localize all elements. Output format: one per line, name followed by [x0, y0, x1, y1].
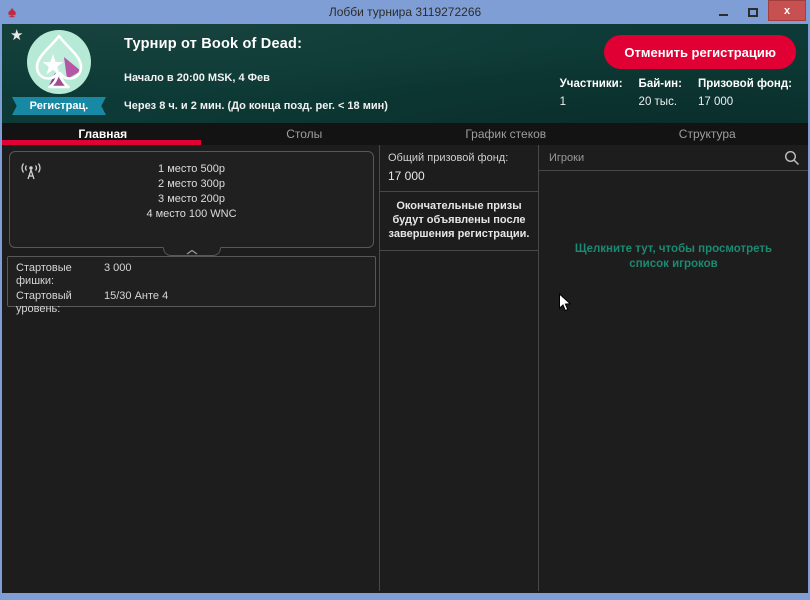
stat-prize-pool: Призовой фонд: 17 000: [698, 78, 792, 108]
tab-structure[interactable]: Структура: [607, 123, 809, 145]
maximize-icon: [748, 8, 758, 17]
cancel-registration-button[interactable]: Отменить регистрацию: [604, 35, 796, 69]
prize-column: Общий призовой фонд: 17 000 Окончательны…: [380, 145, 539, 591]
minimize-icon: [719, 14, 728, 16]
start-time-text: Начало в 20:00 MSK, 4 Фев: [124, 72, 270, 84]
detail-starting-chips: Стартовые фишки: 3 000: [16, 262, 367, 288]
tournament-lobby-window: ♠ Лобби турнира 3119272266 x ★ Регистрац…: [0, 0, 810, 600]
detail-starting-level: Стартовый уровень: 15/30 Анте 4: [16, 290, 367, 316]
show-players-link[interactable]: Щелкните тут, чтобы просмотреть список и…: [566, 242, 781, 272]
prizes-panel: 1 место 500р 2 место 300р 3 место 200р 4…: [9, 151, 374, 248]
prize-list: 1 место 500р 2 место 300р 3 место 200р 4…: [10, 162, 373, 222]
tournament-logo: [26, 29, 92, 95]
tournament-header: ★ Регистрац. Турнир от Book of Dead: Нач…: [2, 24, 808, 123]
collapse-handle[interactable]: [163, 247, 221, 256]
players-column: Щелкните тут, чтобы просмотреть список и…: [539, 145, 808, 591]
countdown-text: Через 8 ч. и 2 мин. (До конца позд. рег.…: [124, 100, 388, 112]
stat-participants: Участники: 1: [560, 78, 623, 108]
prize-line: 4 место 100 WNC: [10, 207, 373, 222]
main-column: 1 место 500р 2 место 300р 3 место 200р 4…: [2, 145, 380, 591]
tab-tables[interactable]: Столы: [204, 123, 406, 145]
prize-line: 3 место 200р: [10, 192, 373, 207]
lobby-content: 1 место 500р 2 место 300р 3 место 200р 4…: [2, 145, 808, 591]
maximize-button[interactable]: [738, 0, 768, 24]
player-search-bar: [539, 145, 808, 171]
stat-buyin: Бай-ин: 20 тыс.: [639, 78, 682, 108]
chevron-up-icon: [185, 249, 199, 255]
favorite-star-icon[interactable]: ★: [10, 26, 23, 44]
tab-stack-chart[interactable]: График стеков: [405, 123, 607, 145]
search-icon[interactable]: [784, 150, 800, 171]
close-button[interactable]: x: [768, 0, 806, 21]
status-badge: Регистрац.: [12, 97, 106, 115]
prize-line: 1 место 500р: [10, 162, 373, 177]
titlebar[interactable]: ♠ Лобби турнира 3119272266 x: [0, 0, 810, 24]
details-panel: Стартовые фишки: 3 000 Стартовый уровень…: [7, 256, 376, 307]
tournament-title: Турнир от Book of Dead:: [124, 36, 302, 52]
tab-main[interactable]: Главная: [2, 123, 204, 145]
prize-line: 2 место 300р: [10, 177, 373, 192]
player-search-input[interactable]: [539, 152, 808, 164]
final-prizes-note: Окончательные призы будут объявлены посл…: [380, 192, 538, 251]
tournament-stats: Участники: 1 Бай-ин: 20 тыс. Призовой фо…: [560, 78, 792, 108]
total-prize-pool: Общий призовой фонд: 17 000: [380, 145, 538, 192]
minimize-button[interactable]: [708, 0, 738, 24]
spade-logo-icon: [26, 29, 92, 95]
tabbar: Главная Столы График стеков Структура: [2, 123, 808, 145]
window-title: Лобби турнира 3119272266: [0, 5, 810, 19]
